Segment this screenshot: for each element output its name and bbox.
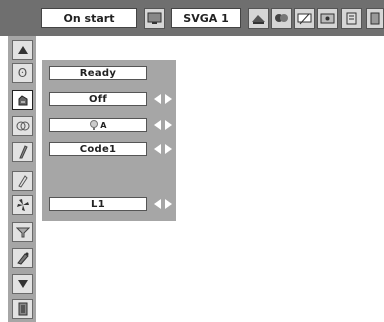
- right-arrow-icon[interactable]: [165, 199, 172, 209]
- lens-option-field[interactable]: A: [49, 118, 147, 132]
- exit-icon[interactable]: [12, 299, 33, 319]
- lens-shift-icon: [90, 120, 99, 130]
- sidebar: ʘ: [8, 36, 36, 322]
- right-arrow-icon[interactable]: [165, 144, 172, 154]
- menu-position-icon[interactable]: [12, 90, 33, 110]
- setting-icon[interactable]: [317, 8, 338, 29]
- logo-icon[interactable]: [12, 142, 33, 162]
- image-select-icon[interactable]: [271, 8, 292, 29]
- option-arrows[interactable]: [154, 119, 172, 131]
- option-arrows[interactable]: [154, 93, 172, 105]
- fan-icon[interactable]: [12, 195, 33, 215]
- code-option-field[interactable]: Code1: [49, 142, 147, 156]
- input-source-label: SVGA 1: [171, 8, 241, 28]
- level-option-field[interactable]: L1: [49, 197, 147, 211]
- right-arrow-icon[interactable]: [165, 94, 172, 104]
- security-icon[interactable]: [12, 171, 33, 191]
- info-icon[interactable]: [341, 8, 362, 29]
- background-icon[interactable]: [12, 116, 33, 136]
- option-field-off[interactable]: Off: [49, 92, 147, 106]
- filter-icon[interactable]: [12, 222, 33, 242]
- top-menu-bar: On start SVGA 1: [0, 0, 384, 36]
- left-arrow-icon[interactable]: [154, 120, 161, 130]
- status-field: Ready: [49, 66, 147, 80]
- left-arrow-icon[interactable]: [154, 199, 161, 209]
- left-arrow-icon[interactable]: [154, 144, 161, 154]
- picture-icon[interactable]: [248, 8, 269, 29]
- scroll-down-icon[interactable]: [12, 274, 33, 294]
- settings-panel: Ready Off A Code1 L1: [42, 60, 176, 221]
- scroll-up-icon[interactable]: [12, 40, 33, 60]
- more-icon[interactable]: [366, 8, 384, 29]
- language-icon[interactable]: ʘ: [12, 63, 33, 83]
- option-arrows[interactable]: [154, 143, 172, 155]
- left-arrow-icon[interactable]: [154, 94, 161, 104]
- pc-adjust-icon[interactable]: [144, 8, 165, 29]
- right-arrow-icon[interactable]: [165, 120, 172, 130]
- option-arrows[interactable]: [154, 198, 172, 210]
- lamp-icon[interactable]: [12, 248, 33, 268]
- lens-option-label: A: [100, 120, 107, 130]
- screen-icon[interactable]: [294, 8, 315, 29]
- menu-selection-label: On start: [41, 8, 137, 28]
